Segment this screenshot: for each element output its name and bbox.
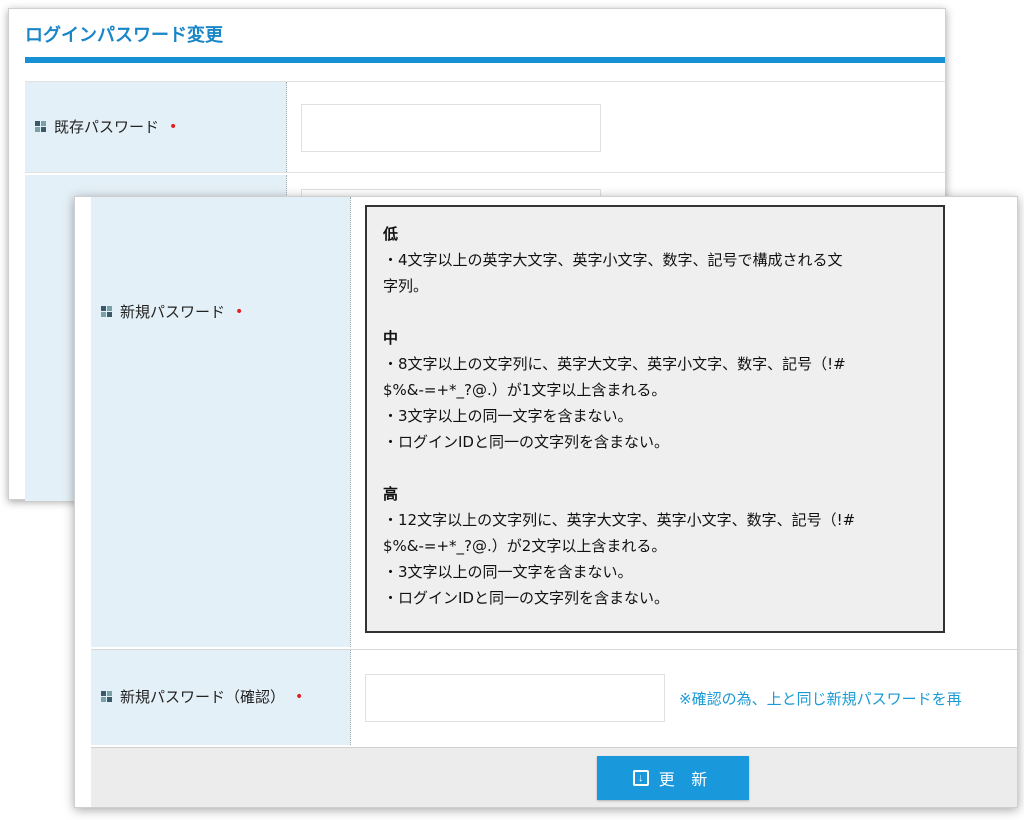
- confirm-password-note: ※確認の為、上と同じ新規パスワードを再: [679, 690, 962, 708]
- password-strength-guide: 低 ・4文字以上の英字大文字、英字小文字、数字、記号で構成される文 字列。 中 …: [365, 205, 945, 633]
- grid-bullet-icon: [101, 691, 112, 702]
- form-header: ログインパスワード変更: [25, 9, 945, 63]
- strength-mid-rule: ・3文字以上の同一文字を含まない。: [383, 407, 633, 425]
- screen: ログインパスワード変更 既存パスワード • 新規パスワード • 低 ・4文字以上…: [0, 0, 1024, 820]
- current-password-label: 既存パスワード •: [35, 116, 177, 137]
- required-mark: •: [169, 118, 178, 135]
- strength-low-rule: ・4文字以上の英字大文字、英字小文字、数字、記号で構成される文 字列。: [383, 251, 843, 295]
- confirm-password-row: 新規パスワード（確認） • ※確認の為、上と同じ新規パスワードを再: [91, 649, 1017, 745]
- strength-high-title: 高: [383, 485, 399, 503]
- new-password-label-text: 新規パスワード: [120, 303, 226, 321]
- grid-bullet-icon: [101, 306, 112, 317]
- password-form-front-panel: 新規パスワード • 低 ・4文字以上の英字大文字、英字小文字、数字、記号で構成さ…: [74, 196, 1018, 808]
- strength-high-rule: ・ログインIDと同一の文字列を含まない。: [383, 589, 669, 607]
- current-password-row: 既存パスワード •: [25, 81, 945, 173]
- title-underline: [25, 57, 945, 63]
- confirm-password-label-cell: 新規パスワード（確認） •: [91, 650, 351, 745]
- confirm-password-input[interactable]: [365, 674, 665, 722]
- current-password-input[interactable]: [301, 104, 601, 152]
- confirm-password-label: 新規パスワード（確認） •: [101, 686, 303, 707]
- strength-high-rule: ・3文字以上の同一文字を含まない。: [383, 563, 633, 581]
- strength-low-title: 低: [383, 225, 399, 243]
- confirm-password-label-text: 新規パスワード（確認）: [120, 688, 286, 706]
- grid-bullet-icon: [35, 121, 46, 132]
- current-password-label-cell: 既存パスワード •: [25, 82, 287, 172]
- new-password-label-cell: 新規パスワード •: [91, 197, 351, 647]
- strength-mid-rule: ・ログインIDと同一の文字列を含まない。: [383, 433, 669, 451]
- download-icon: ↓: [632, 770, 649, 786]
- page-title: ログインパスワード変更: [25, 25, 223, 46]
- new-password-label: 新規パスワード •: [101, 301, 243, 322]
- update-button[interactable]: ↓ 更 新: [597, 756, 749, 800]
- current-password-label-text: 既存パスワード: [54, 118, 160, 136]
- strength-high-rule: ・12文字以上の文字列に、英字大文字、英字小文字、数字、記号（!# $%&-=+…: [383, 511, 856, 555]
- strength-mid-rule: ・8文字以上の文字列に、英字大文字、英字小文字、数字、記号（!# $%&-=+*…: [383, 355, 846, 399]
- required-mark: •: [295, 688, 304, 705]
- form-footer: ↓ 更 新: [91, 747, 1017, 807]
- update-button-label: 更 新: [658, 772, 714, 789]
- required-mark: •: [235, 303, 244, 320]
- strength-mid-title: 中: [383, 329, 399, 347]
